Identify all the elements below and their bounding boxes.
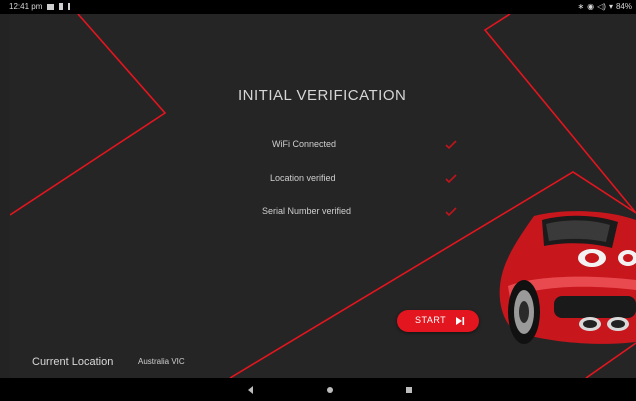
checkmark-icon <box>445 207 457 217</box>
file-notification-icon <box>59 3 64 10</box>
location-icon: ◉ <box>587 2 595 11</box>
checkmark-icon <box>445 174 457 184</box>
recents-icon[interactable] <box>403 384 415 396</box>
bluetooth-icon: ∗ <box>577 2 585 11</box>
checkmark-icon <box>445 140 457 150</box>
battery-level: 84% <box>615 2 632 11</box>
status-right: ∗ ◉ ◁) ▾ 84% <box>577 2 632 11</box>
image-notification-icon <box>47 3 55 10</box>
page-title: INITIAL VERIFICATION <box>238 87 407 104</box>
check-label-serial: Serial Number verified <box>262 206 352 216</box>
status-left: 12:41 pm <box>9 2 71 11</box>
wifi-icon: ▾ <box>608 2 613 11</box>
check-label-location: Location verified <box>270 173 336 183</box>
start-button[interactable]: START <box>397 310 479 332</box>
navigation-bar <box>0 378 636 401</box>
check-row-wifi: WiFi Connected <box>10 139 636 153</box>
sports-car-image <box>499 211 636 344</box>
home-icon[interactable] <box>324 384 336 396</box>
back-icon[interactable] <box>245 384 257 396</box>
status-bar: 12:41 pm ∗ ◉ ◁) ▾ 84% <box>0 0 636 14</box>
verification-screen: INITIAL VERIFICATION WiFi Connected Loca… <box>10 14 636 378</box>
start-button-label: START <box>415 315 447 325</box>
skip-next-icon <box>456 317 465 325</box>
current-location-label: Current Location <box>32 356 114 368</box>
status-time: 12:41 pm <box>9 2 43 11</box>
alert-notification-icon <box>68 3 71 10</box>
current-location-value: Australia VIC <box>138 357 185 366</box>
check-row-location: Location verified <box>10 173 636 187</box>
sound-icon: ◁) <box>597 2 606 11</box>
check-label-wifi: WiFi Connected <box>272 139 337 149</box>
